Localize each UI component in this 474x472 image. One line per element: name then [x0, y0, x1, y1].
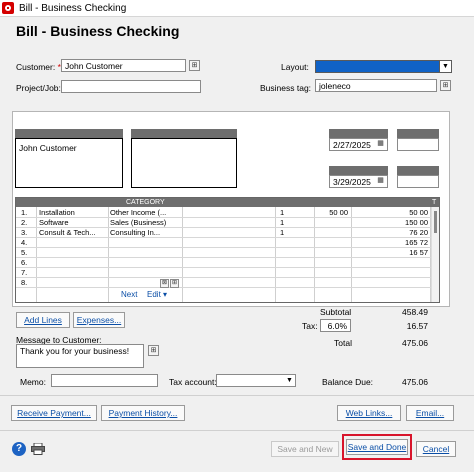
split-line-icon[interactable]: ⊞ — [170, 279, 179, 288]
memo-label: Memo: — [20, 377, 46, 387]
table-row[interactable]: 7. — [16, 268, 439, 278]
grid-header: CATEGORY T — [16, 198, 439, 207]
chevron-down-icon: ▾ — [163, 290, 168, 299]
subtotal-value: 458.49 — [402, 307, 428, 317]
tax-account-label: Tax account: — [169, 377, 217, 387]
tax-label: Tax: — [302, 321, 318, 331]
customer-lookup-icon[interactable]: ⊞ — [189, 60, 200, 71]
printer-icon[interactable] — [31, 443, 45, 455]
table-row[interactable]: 6. — [16, 258, 439, 268]
total-value: 475.06 — [402, 338, 428, 348]
window-title: Bill - Business Checking — [19, 3, 127, 14]
business-tag-label: Business tag: — [260, 83, 312, 93]
customer-label: Customer: * — [16, 62, 61, 72]
message-lookup-icon[interactable]: ⊞ — [148, 345, 159, 356]
table-row[interactable]: 1. Installation Other Income (... 1 50 0… — [16, 208, 439, 218]
table-row[interactable]: 2. Software Sales (Business) 1 150 00 T — [16, 218, 439, 228]
help-icon[interactable]: ? — [12, 442, 26, 456]
next-link[interactable]: Next — [121, 290, 137, 300]
expenses-button[interactable]: Expenses... — [73, 312, 125, 328]
tax-rate-field[interactable]: 6.0% — [320, 319, 351, 332]
balance-due-value: 475.06 — [402, 377, 428, 387]
tax-column-header: T — [432, 199, 437, 206]
window-titlebar: Bill - Business Checking — [0, 0, 474, 17]
app-logo-icon — [2, 2, 14, 14]
message-field[interactable]: Thank you for your business! — [16, 344, 144, 368]
category-column-header: CATEGORY — [126, 199, 165, 206]
business-tag-field[interactable]: joleneco — [315, 79, 437, 92]
cancel-button[interactable]: Cancel — [416, 441, 456, 457]
due-date-header — [329, 166, 388, 175]
number-header — [397, 166, 439, 175]
tax-value: 16.57 — [406, 321, 428, 331]
layout-label: Layout: — [281, 62, 309, 72]
calendar-icon[interactable]: ▦ — [375, 176, 386, 187]
web-links-button[interactable]: Web Links... — [337, 405, 401, 421]
table-row[interactable]: 8. — [16, 278, 439, 288]
form-title: Bill - Business Checking — [16, 23, 180, 39]
calendar-icon[interactable]: ▦ — [375, 139, 386, 150]
chevron-down-icon[interactable]: ▼ — [284, 375, 295, 386]
save-and-new-button[interactable]: Save and New — [271, 441, 339, 457]
table-row[interactable]: 5. 16 57 — [16, 248, 439, 258]
edit-menu[interactable]: Edit ▾ — [147, 290, 167, 300]
due-date-value: 3/29/2025 — [333, 177, 371, 187]
ship-to-header — [131, 129, 237, 138]
table-row[interactable]: 4. 165 72 — [16, 238, 439, 248]
project-field[interactable] — [61, 80, 201, 93]
date-header — [329, 129, 388, 138]
grid-scrollbar-thumb[interactable] — [434, 211, 437, 233]
email-button[interactable]: Email... — [406, 405, 454, 421]
customer-field[interactable]: John Customer — [61, 59, 186, 72]
memo-field[interactable] — [51, 374, 158, 387]
receive-payment-button[interactable]: Receive Payment... — [11, 405, 97, 421]
chevron-down-icon[interactable]: ▼ — [439, 61, 451, 72]
balance-due-label: Balance Due: — [322, 377, 374, 387]
number-field[interactable] — [397, 175, 439, 188]
bill-date-value: 2/27/2025 — [333, 140, 371, 150]
total-label: Total — [334, 338, 352, 348]
save-and-done-button[interactable]: Save and Done — [346, 439, 408, 455]
subtotal-label: Subtotal — [320, 307, 352, 317]
project-label: Project/Job: — [16, 83, 61, 93]
line-items-grid[interactable]: CATEGORY T 1. Installation Other Income … — [15, 197, 440, 303]
payment-history-button[interactable]: Payment History... — [101, 405, 185, 421]
add-lines-button[interactable]: Add Lines — [16, 312, 70, 328]
terms-header — [397, 129, 439, 138]
bill-to-header — [15, 129, 123, 138]
layout-select[interactable]: ▼ — [315, 60, 452, 73]
delete-line-icon[interactable]: ⊠ — [160, 279, 169, 288]
ship-to-address[interactable] — [131, 138, 237, 188]
bill-to-name: John Customer — [19, 143, 77, 153]
bill-to-address[interactable]: John Customer — [15, 138, 123, 188]
business-tag-lookup-icon[interactable]: ⊞ — [440, 80, 451, 91]
terms-field[interactable] — [397, 138, 439, 151]
table-row[interactable]: 3. Consult & Tech... Consulting In... 1 … — [16, 228, 439, 238]
